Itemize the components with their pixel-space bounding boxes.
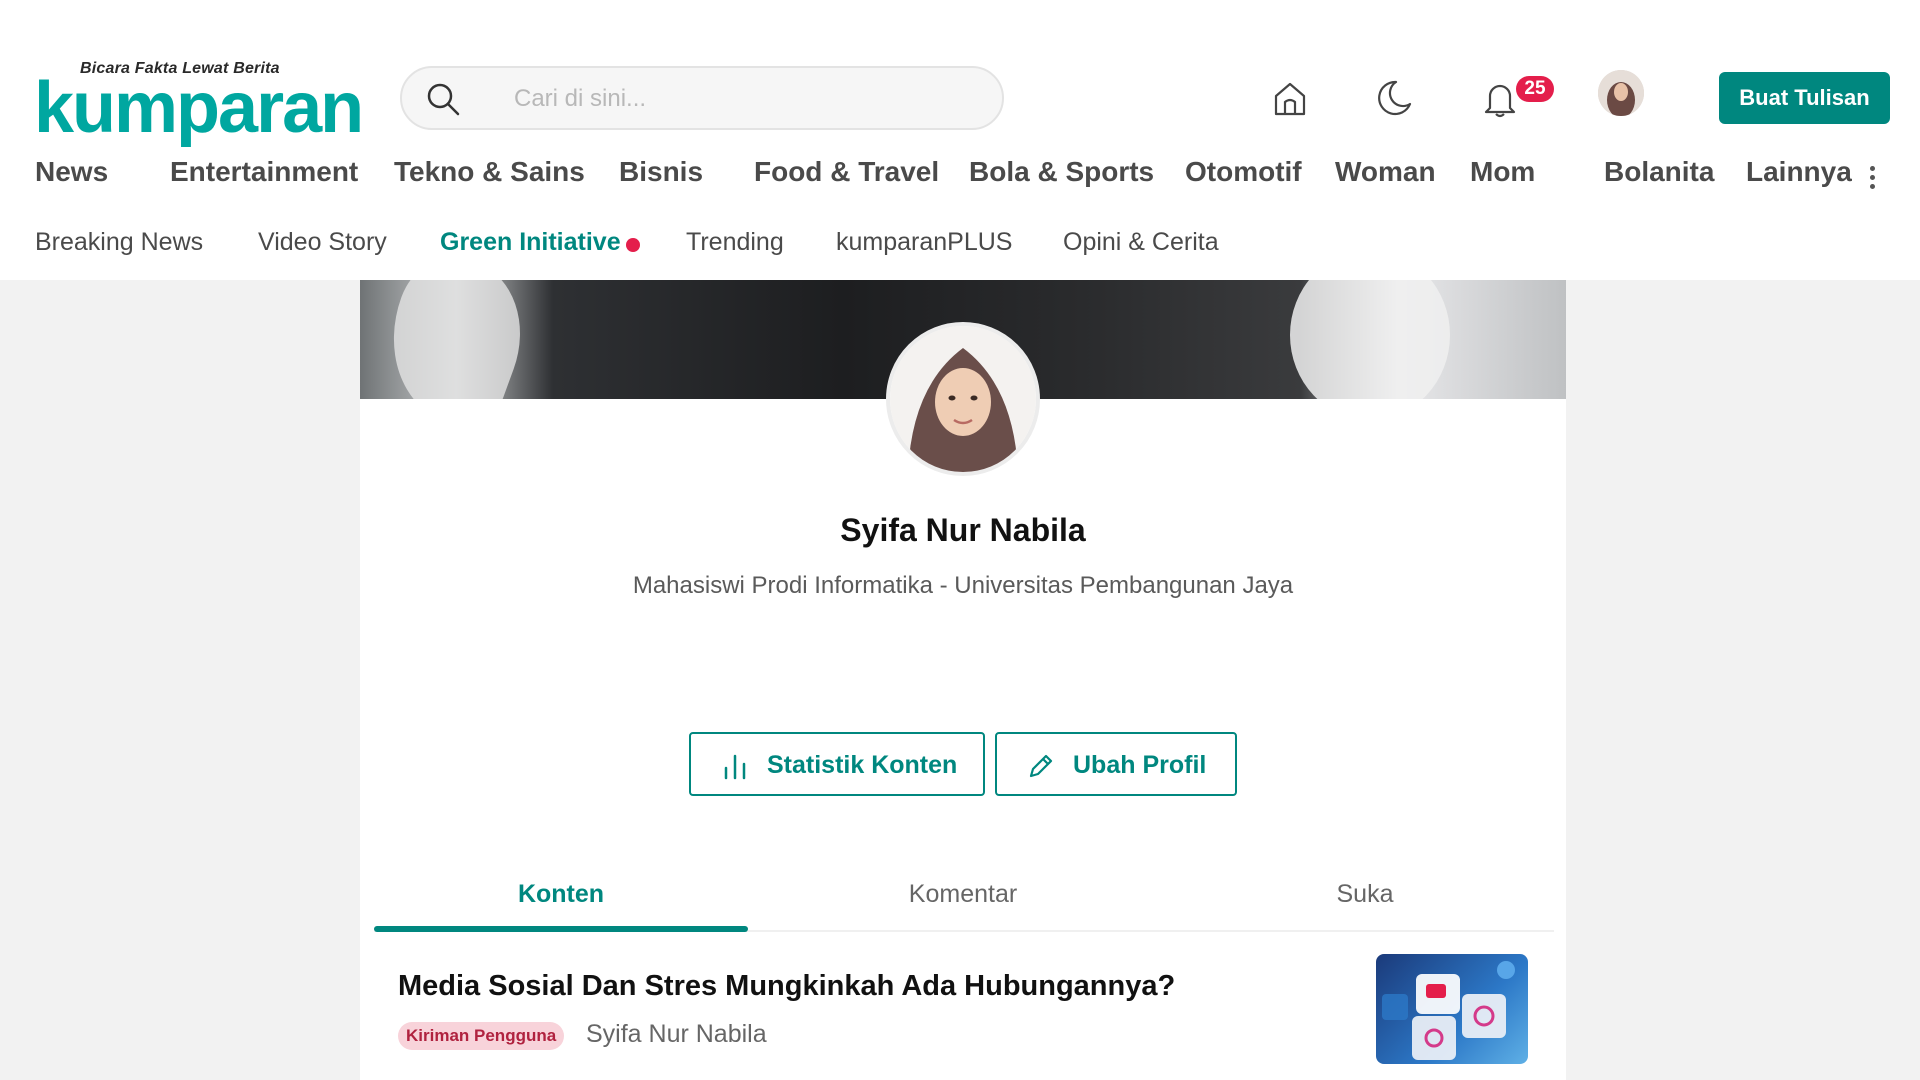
nav-lainnya[interactable]: Lainnya — [1746, 156, 1852, 188]
nav-bola-sports[interactable]: Bola & Sports — [969, 156, 1154, 188]
top-header: Bicara Fakta Lewat Berita kumparan 25 Bu… — [0, 0, 1920, 280]
new-indicator-dot — [626, 238, 640, 252]
edit-profile-label: Ubah Profil — [1073, 751, 1207, 779]
subnav-kumparanplus[interactable]: kumparanPLUS — [836, 228, 1012, 257]
search-input[interactable] — [514, 80, 974, 118]
tab-suka[interactable]: Suka — [1178, 872, 1552, 932]
nav-entertainment[interactable]: Entertainment — [170, 156, 358, 188]
article-author[interactable]: Syifa Nur Nabila — [586, 1020, 767, 1049]
tab-komentar[interactable]: Komentar — [776, 872, 1150, 932]
nav-bolanita[interactable]: Bolanita — [1604, 156, 1714, 188]
subnav-green-initiative[interactable]: Green Initiative — [440, 228, 621, 257]
user-avatar[interactable] — [1598, 70, 1644, 116]
article-list-item[interactable]: Media Sosial Dan Stres Mungkinkah Ada Hu… — [374, 954, 1554, 1080]
subnav-video-story[interactable]: Video Story — [258, 228, 387, 257]
moon-icon[interactable] — [1374, 78, 1414, 118]
search-icon[interactable] — [426, 82, 460, 116]
article-thumbnail[interactable] — [1376, 954, 1528, 1064]
subnav-opini-cerita[interactable]: Opini & Cerita — [1063, 228, 1219, 257]
bar-chart-icon — [724, 754, 746, 780]
edit-profile-button[interactable]: Ubah Profil — [995, 732, 1237, 796]
more-menu-icon[interactable] — [1868, 166, 1876, 194]
profile-card: Syifa Nur Nabila Mahasiswi Prodi Informa… — [360, 280, 1566, 1080]
nav-food-travel[interactable]: Food & Travel — [754, 156, 939, 188]
nav-tekno-sains[interactable]: Tekno & Sains — [394, 156, 585, 188]
profile-bio: Mahasiswi Prodi Informatika - Universita… — [632, 572, 1294, 599]
create-post-button[interactable]: Buat Tulisan — [1719, 72, 1890, 124]
bell-icon[interactable] — [1480, 78, 1520, 118]
sub-nav: Breaking News Video Story Green Initiati… — [0, 228, 1920, 264]
content-stats-label: Statistik Konten — [767, 751, 958, 779]
subnav-breaking-news[interactable]: Breaking News — [35, 228, 203, 257]
logo-wordmark: kumparan — [34, 68, 364, 148]
article-tag-badge: Kiriman Pengguna — [398, 1022, 565, 1050]
notification-badge: 25 — [1516, 76, 1554, 102]
profile-avatar — [886, 322, 1040, 476]
nav-news[interactable]: News — [35, 156, 108, 188]
active-tab-indicator — [374, 926, 748, 932]
profile-name: Syifa Nur Nabila — [840, 512, 1086, 548]
subnav-trending[interactable]: Trending — [686, 228, 784, 257]
nav-woman[interactable]: Woman — [1335, 156, 1436, 188]
kumparan-logo[interactable]: Bicara Fakta Lewat Berita kumparan — [34, 60, 364, 148]
home-icon[interactable] — [1270, 78, 1310, 118]
tab-konten[interactable]: Konten — [374, 872, 748, 932]
content-stats-button[interactable]: Statistik Konten — [689, 732, 985, 796]
pencil-icon — [1029, 754, 1053, 778]
category-nav: News Entertainment Tekno & Sains Bisnis … — [0, 156, 1920, 204]
nav-bisnis[interactable]: Bisnis — [619, 156, 703, 188]
article-title[interactable]: Media Sosial Dan Stres Mungkinkah Ada Hu… — [398, 970, 1175, 1003]
nav-mom[interactable]: Mom — [1470, 156, 1535, 188]
search-bar — [400, 66, 1004, 130]
nav-otomotif[interactable]: Otomotif — [1185, 156, 1302, 188]
profile-tabs: Konten Komentar Suka — [374, 872, 1554, 932]
